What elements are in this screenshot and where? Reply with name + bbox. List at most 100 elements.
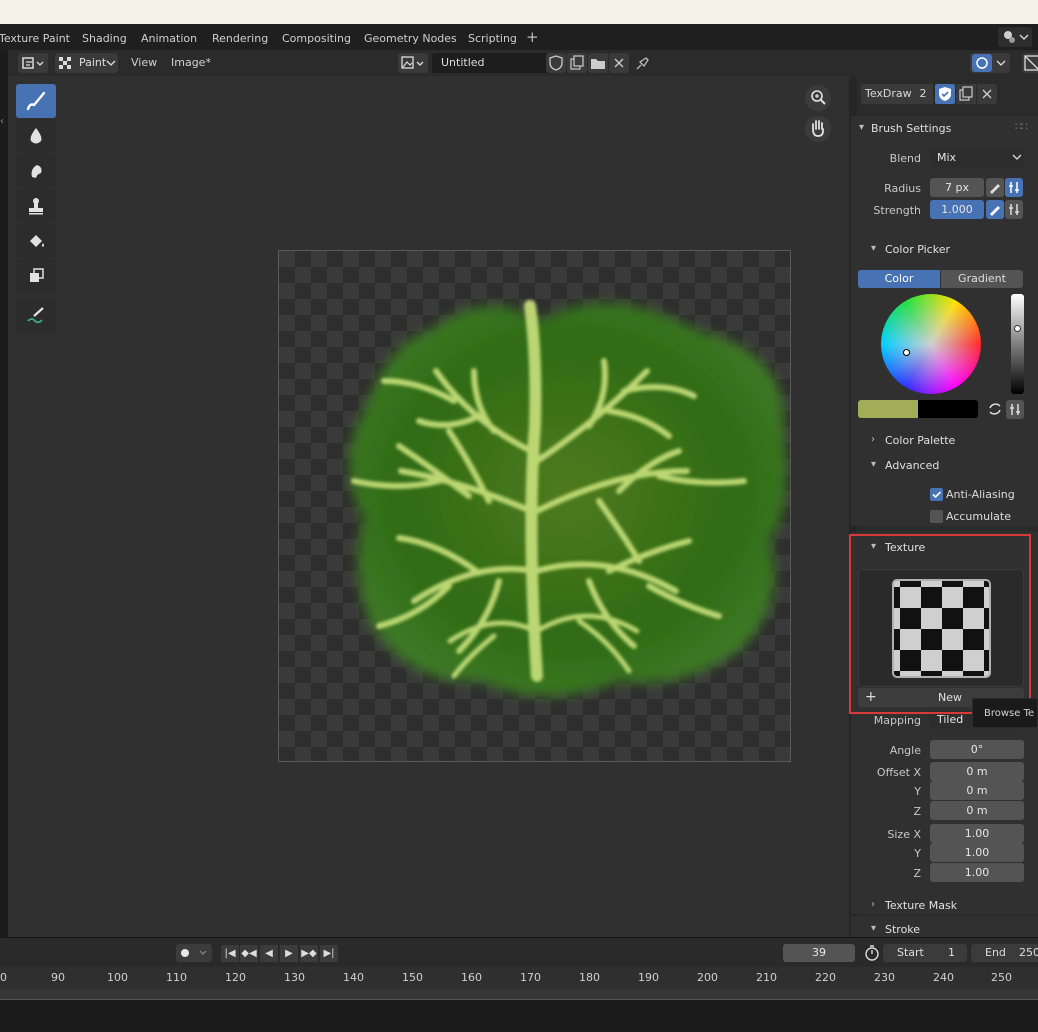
angle-field[interactable]: 0° — [930, 740, 1024, 759]
next-keyframe-button[interactable]: ▶◆ — [300, 945, 318, 962]
mode-selector[interactable]: Paint — [55, 53, 118, 73]
color-unified-button[interactable] — [1006, 400, 1024, 419]
swap-colors-icon[interactable] — [986, 400, 1004, 418]
duplicate-brush-button[interactable] — [956, 84, 976, 104]
left-region-strip: ‹ — [0, 50, 8, 937]
tab-texture-paint[interactable]: Texture Paint — [0, 32, 70, 45]
tab-animation[interactable]: Animation — [141, 32, 197, 45]
tab-rendering[interactable]: Rendering — [212, 32, 268, 45]
start-frame-field[interactable]: Start 1 — [883, 944, 967, 962]
value-slider-handle[interactable] — [1014, 325, 1021, 332]
chevron-right-icon[interactable]: › — [871, 899, 875, 910]
chevron-down-icon[interactable]: ▾ — [871, 459, 876, 470]
unified-icon — [1010, 404, 1020, 415]
menu-view[interactable]: View — [131, 56, 157, 69]
color-wheel-cursor[interactable] — [903, 349, 910, 356]
play-reverse-button[interactable]: ◀ — [260, 945, 278, 962]
color-wheel[interactable] — [881, 294, 981, 394]
texture-mask-header[interactable]: Texture Mask — [885, 899, 957, 912]
gradient-mode-tab[interactable]: Gradient — [941, 270, 1023, 288]
radius-field[interactable]: 7 px — [930, 178, 984, 197]
jump-start-button[interactable]: |◀ — [221, 945, 239, 962]
zoom-button[interactable] — [805, 85, 831, 111]
gizmo-toggle-button[interactable] — [970, 53, 1010, 73]
tab-compositing[interactable]: Compositing — [282, 32, 351, 45]
advanced-header[interactable]: Advanced — [885, 459, 939, 472]
highlight-box — [849, 534, 1031, 714]
strength-field[interactable]: 1.000 — [930, 200, 984, 219]
end-frame-field[interactable]: End 250 — [971, 944, 1038, 962]
expand-arrow-icon[interactable]: ‹ — [0, 116, 4, 127]
prev-keyframe-button[interactable]: ◆◀ — [240, 945, 258, 962]
brush-settings-header[interactable]: Brush Settings — [871, 122, 951, 135]
brush-name-field[interactable]: TexDraw — [861, 84, 913, 104]
tab-geometry-nodes[interactable]: Geometry Nodes — [364, 32, 457, 45]
jump-end-button[interactable]: ▶| — [320, 945, 338, 962]
stopwatch-icon[interactable] — [863, 944, 881, 962]
ruler-tick: 120 — [225, 971, 246, 984]
fake-user-button[interactable] — [546, 53, 566, 73]
chevron-right-icon[interactable]: › — [871, 434, 875, 445]
stroke-header[interactable]: Stroke — [885, 923, 920, 936]
secondary-color-swatch[interactable] — [918, 400, 978, 418]
anti-aliasing-label[interactable]: Anti-Aliasing — [946, 488, 1015, 501]
open-image-button[interactable] — [588, 53, 608, 73]
offset-x-field[interactable]: 0 m — [930, 762, 1024, 781]
offset-y-field[interactable]: 0 m — [930, 781, 1024, 800]
tool-soften[interactable] — [16, 119, 56, 153]
play-button[interactable]: ▶ — [280, 945, 298, 962]
scene-selector-button[interactable] — [998, 27, 1032, 47]
chevron-down-icon[interactable]: ▾ — [871, 243, 876, 254]
primary-color-swatch[interactable] — [858, 400, 918, 418]
tab-scripting[interactable]: Scripting — [468, 32, 517, 45]
accumulate-label[interactable]: Accumulate — [946, 510, 1011, 523]
fake-user-toggle[interactable] — [935, 84, 955, 104]
tool-draw[interactable] — [16, 84, 56, 118]
add-workspace-button[interactable]: + — [526, 28, 539, 46]
menu-image[interactable]: Image* — [171, 56, 211, 69]
tool-smear[interactable] — [16, 154, 56, 188]
radius-unified-button[interactable] — [1005, 178, 1023, 197]
color-mode-tab[interactable]: Color — [858, 270, 940, 288]
auto-keying-button[interactable] — [176, 944, 212, 962]
drag-handle-icon[interactable]: ∷∷ — [1015, 120, 1028, 133]
offset-z-field[interactable]: 0 m — [930, 801, 1024, 820]
color-picker-header[interactable]: Color Picker — [885, 243, 950, 256]
unlink-brush-button[interactable] — [977, 84, 997, 104]
unlink-image-button[interactable] — [609, 53, 629, 73]
timeline-ruler[interactable]: 0 90 100 110 120 130 140 150 160 170 180… — [0, 967, 1038, 989]
size-z-field[interactable]: 1.00 — [930, 863, 1024, 882]
strength-unified-button[interactable] — [1005, 200, 1023, 219]
tool-annotate[interactable] — [16, 299, 56, 333]
image-viewport[interactable] — [8, 76, 849, 937]
tool-clone[interactable] — [16, 189, 56, 223]
size-y-field[interactable]: 1.00 — [930, 843, 1024, 862]
size-x-field[interactable]: 1.00 — [930, 824, 1024, 843]
image-name-field[interactable]: Untitled — [432, 53, 556, 73]
chevron-down-icon[interactable]: ▾ — [859, 122, 864, 133]
duplicate-image-button[interactable] — [567, 53, 587, 73]
paint-canvas[interactable] — [278, 250, 791, 762]
tab-shading[interactable]: Shading — [82, 32, 127, 45]
strength-pressure-button[interactable] — [986, 200, 1004, 219]
tool-mask[interactable] — [16, 259, 56, 293]
accumulate-checkbox[interactable] — [930, 510, 943, 523]
brush-users-count[interactable]: 2 — [913, 84, 933, 104]
timeline-header: |◀ ◆◀ ◀ ▶ ▶◆ ▶| 39 Start 1 End 250 — [0, 937, 1038, 967]
current-frame-field[interactable]: 39 — [783, 944, 855, 962]
radius-pressure-button[interactable] — [986, 178, 1004, 197]
pan-button[interactable] — [805, 116, 831, 142]
pen-pressure-icon — [990, 184, 1000, 194]
blend-dropdown[interactable]: Mix — [930, 148, 1024, 167]
pin-icon[interactable] — [633, 53, 653, 73]
chevron-down-icon[interactable]: ▾ — [871, 923, 876, 934]
editor-type-button[interactable] — [18, 53, 48, 73]
ruler-tick: 240 — [933, 971, 954, 984]
timeline-track[interactable] — [0, 989, 1038, 1000]
tool-fill[interactable] — [16, 224, 56, 258]
image-browse-button[interactable] — [398, 53, 428, 73]
anti-aliasing-checkbox[interactable] — [930, 488, 943, 501]
value-slider[interactable] — [1011, 294, 1024, 394]
sidebar-toggle-button[interactable] — [1022, 53, 1038, 73]
color-palette-header[interactable]: Color Palette — [885, 434, 955, 447]
